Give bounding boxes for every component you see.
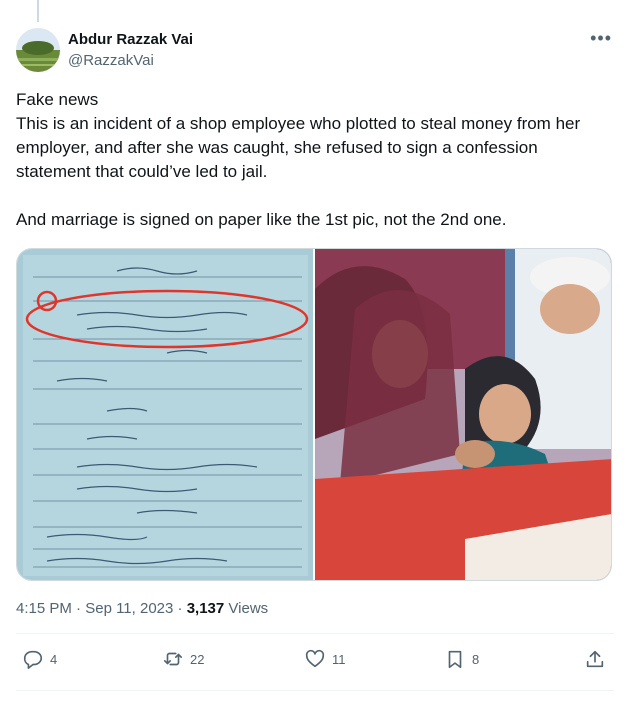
views-label: Views [228,600,269,617]
meta-separator: · [177,600,183,617]
reply-button[interactable]: 4 [22,648,57,670]
share-button[interactable] [584,648,606,670]
thread-connector [37,0,39,22]
divider [16,690,614,691]
tweet-line: This is an incident of a shop employee w… [16,114,581,181]
bookmark-count: 8 [472,651,480,667]
tweet-media[interactable] [16,248,612,581]
tweet-meta: 4:15 PM · Sep 11, 2023 · 3,137 Views [16,600,268,617]
tweet-text: Fake news This is an incident of a shop … [16,88,616,232]
tweet-date[interactable]: Sep 11, 2023 [85,600,173,617]
repost-button[interactable]: 22 [162,648,204,670]
action-bar: 4 22 11 8 [0,648,630,676]
like-count: 11 [332,651,346,667]
meta-separator: · [76,600,82,617]
repost-count: 22 [190,651,205,667]
avatar[interactable] [16,28,60,72]
bookmark-icon [448,650,462,669]
reply-count: 4 [50,651,58,667]
more-icon[interactable]: ••• [590,28,612,49]
tweet-line: And marriage is signed on paper like the… [16,210,507,229]
like-button[interactable]: 11 [304,648,346,670]
tweet-time[interactable]: 4:15 PM [16,600,72,617]
tweet-line: Fake news [16,90,99,109]
bookmark-button[interactable]: 8 [444,648,479,670]
views-count: 3,137 [186,600,225,617]
like-icon [305,649,325,668]
share-icon [586,650,604,668]
media-photo-marriage-register[interactable] [17,249,313,580]
repost-icon [163,652,183,666]
author-display-name[interactable]: Abdur Razzak Vai [68,31,193,48]
media-photo-scene[interactable] [315,249,611,580]
reply-icon [23,650,43,669]
author-handle[interactable]: @RazzakVai [68,52,154,69]
divider [16,633,614,634]
